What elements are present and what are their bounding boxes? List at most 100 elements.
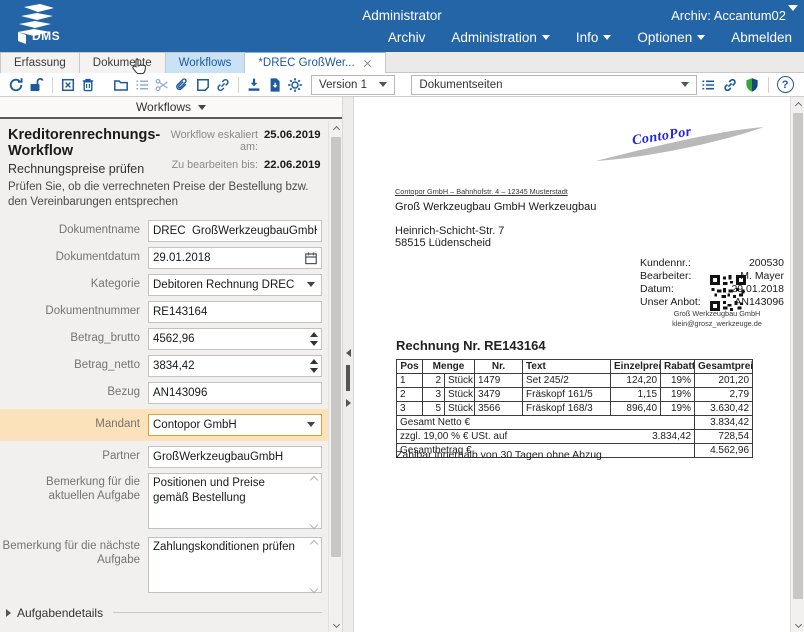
- protection-button[interactable]: [741, 74, 763, 96]
- refresh-button[interactable]: [6, 74, 26, 96]
- spin-up-icon[interactable]: [310, 359, 318, 364]
- export-button[interactable]: [264, 74, 284, 96]
- vat-base: 3.834,42: [652, 431, 691, 442]
- splitter-grip[interactable]: [346, 365, 350, 391]
- note-icon: [195, 77, 211, 93]
- scroll-down-arrow[interactable]: [329, 617, 343, 631]
- checklist-button[interactable]: [132, 74, 152, 96]
- aufgabendetails-toggle[interactable]: Aufgabendetails: [6, 606, 322, 620]
- tab-document[interactable]: *DREC GroßWer...: [245, 52, 385, 73]
- chevron-down-icon[interactable]: [788, 5, 798, 11]
- panel-splitter[interactable]: [342, 97, 354, 632]
- dokumentname-label: Dokumentname: [0, 224, 148, 238]
- table-row: 12Stück1479Set 245/2124,2019%201,20: [397, 374, 753, 388]
- spin-down-icon[interactable]: [310, 368, 318, 373]
- help-button[interactable]: ?: [774, 74, 796, 96]
- nav-info[interactable]: Info: [576, 30, 612, 45]
- download-icon: [246, 77, 262, 93]
- chevron-down-icon: [310, 521, 318, 529]
- nav-info-label: Info: [576, 30, 599, 45]
- collapse-left-icon[interactable]: [346, 349, 351, 357]
- download-button[interactable]: [244, 74, 264, 96]
- tab-dokumente[interactable]: Dokumente: [80, 52, 166, 73]
- nav-administration[interactable]: Administration: [451, 30, 550, 45]
- dms-logo-text: DMS: [32, 29, 60, 43]
- betrag-netto-stepper[interactable]: [306, 356, 321, 376]
- scroll-thumb[interactable]: [331, 137, 341, 557]
- betrag-brutto-stepper[interactable]: [306, 329, 321, 349]
- nav-archiv-label: Archiv: [388, 30, 426, 45]
- unlock-button[interactable]: [26, 74, 46, 96]
- workflow-description: Prüfen Sie, ob die verrechneten Preise d…: [0, 176, 328, 218]
- delete-page-icon: [60, 77, 76, 93]
- bemerkung-naechste-textarea[interactable]: Zahlungskonditionen prüfen: [148, 537, 322, 593]
- tab-erfassung[interactable]: Erfassung: [0, 52, 80, 73]
- spin-down-icon[interactable]: [310, 341, 318, 346]
- table-row: 23Stück3479Fräskopf 161/51,1519%2,79: [397, 388, 753, 402]
- spin-up-icon[interactable]: [310, 332, 318, 337]
- textarea-scroll-arrows[interactable]: [309, 541, 319, 592]
- scroll-down-arrow[interactable]: [791, 617, 804, 631]
- scroll-thumb[interactable]: [793, 113, 803, 599]
- tab-workflows[interactable]: Workflows: [166, 52, 246, 73]
- partner-input[interactable]: [148, 446, 322, 468]
- kategorie-select[interactable]: Debitoren Rechnung DREC: [148, 274, 322, 296]
- invoice-title: Rechnung Nr. RE143164: [396, 338, 546, 353]
- scroll-up-arrow[interactable]: [329, 122, 343, 136]
- dokumentnummer-input[interactable]: [148, 301, 322, 323]
- nav-archiv[interactable]: Archiv: [388, 30, 426, 45]
- kategorie-label: Kategorie: [0, 278, 148, 292]
- note-button[interactable]: [192, 74, 212, 96]
- recipient-name: Groß Werkzeugbau GmbH Werkzeugbau: [395, 201, 596, 213]
- split-button[interactable]: [152, 74, 172, 96]
- trash-icon: [80, 77, 96, 93]
- dokumentname-input[interactable]: [148, 220, 322, 242]
- tab-document-label: *DREC GroßWer...: [258, 53, 354, 73]
- references-button[interactable]: [719, 74, 741, 96]
- sender-line: Contopor GmbH – Bahnhofstr. 4 – 12345 Mu…: [395, 187, 568, 196]
- folder-button[interactable]: [111, 74, 131, 96]
- bezug-label: Bezug: [0, 386, 148, 400]
- mandant-select[interactable]: Contopor GmbH: [148, 414, 322, 436]
- index-button[interactable]: [697, 74, 719, 96]
- bemerkung-aktuell-textarea[interactable]: Positionen und Preise gemäß Bestellung: [148, 473, 322, 529]
- delete-button[interactable]: [78, 74, 98, 96]
- link-button[interactable]: [213, 74, 233, 96]
- nav-abmelden[interactable]: Abmelden: [731, 30, 792, 45]
- nav-optionen[interactable]: Optionen: [637, 30, 705, 45]
- document-preview[interactable]: ContoPor Contopor GmbH – Bahnhofstr. 4 –…: [354, 97, 790, 632]
- form-row-betrag-brutto: Betrag_brutto: [0, 328, 328, 350]
- version-select[interactable]: Version 1: [311, 75, 395, 95]
- betrag-netto-input[interactable]: [148, 355, 322, 377]
- info-value: 29.01.2018: [707, 283, 784, 295]
- aufgabendetails-label: Aufgabendetails: [17, 606, 103, 620]
- dokumentdatum-label: Dokumentdatum: [0, 251, 148, 265]
- close-icon[interactable]: [363, 59, 372, 68]
- calendar-icon[interactable]: [304, 251, 318, 268]
- toolbar-separator: [238, 77, 239, 93]
- dokumentdatum-input[interactable]: [148, 247, 322, 269]
- table-vat-row: zzgl. 19,00 % € USt. auf3.834,42 728,54: [397, 430, 753, 444]
- workflows-dropdown[interactable]: Workflows: [0, 97, 342, 119]
- chevron-down-icon: [603, 35, 611, 40]
- info-label: Unser Anbot:: [640, 296, 701, 308]
- view-mode-select[interactable]: Dokumentseiten: [411, 75, 697, 95]
- document-scrollbar[interactable]: [790, 97, 804, 632]
- bezug-input[interactable]: [148, 382, 322, 404]
- form-row-dokumentnummer: Dokumentnummer: [0, 301, 328, 323]
- app-window: DMS Administrator Archiv: Accantum02 Arc…: [0, 0, 804, 632]
- panel-scrollbar[interactable]: [328, 121, 342, 632]
- chevron-down-icon: [542, 35, 550, 40]
- scissors-icon: [154, 77, 170, 93]
- link-icon: [722, 77, 738, 93]
- settings-button[interactable]: [285, 74, 305, 96]
- betrag-brutto-input[interactable]: [148, 328, 322, 350]
- scroll-up-arrow[interactable]: [791, 98, 804, 112]
- collapse-right-icon[interactable]: [346, 399, 351, 407]
- textarea-scroll-arrows[interactable]: [309, 477, 319, 528]
- contopor-logo: ContoPor: [594, 121, 769, 171]
- chevron-up-icon: [310, 540, 318, 548]
- gear-icon: [287, 77, 303, 93]
- attachment-button[interactable]: [172, 74, 192, 96]
- delete-page-button[interactable]: [58, 74, 78, 96]
